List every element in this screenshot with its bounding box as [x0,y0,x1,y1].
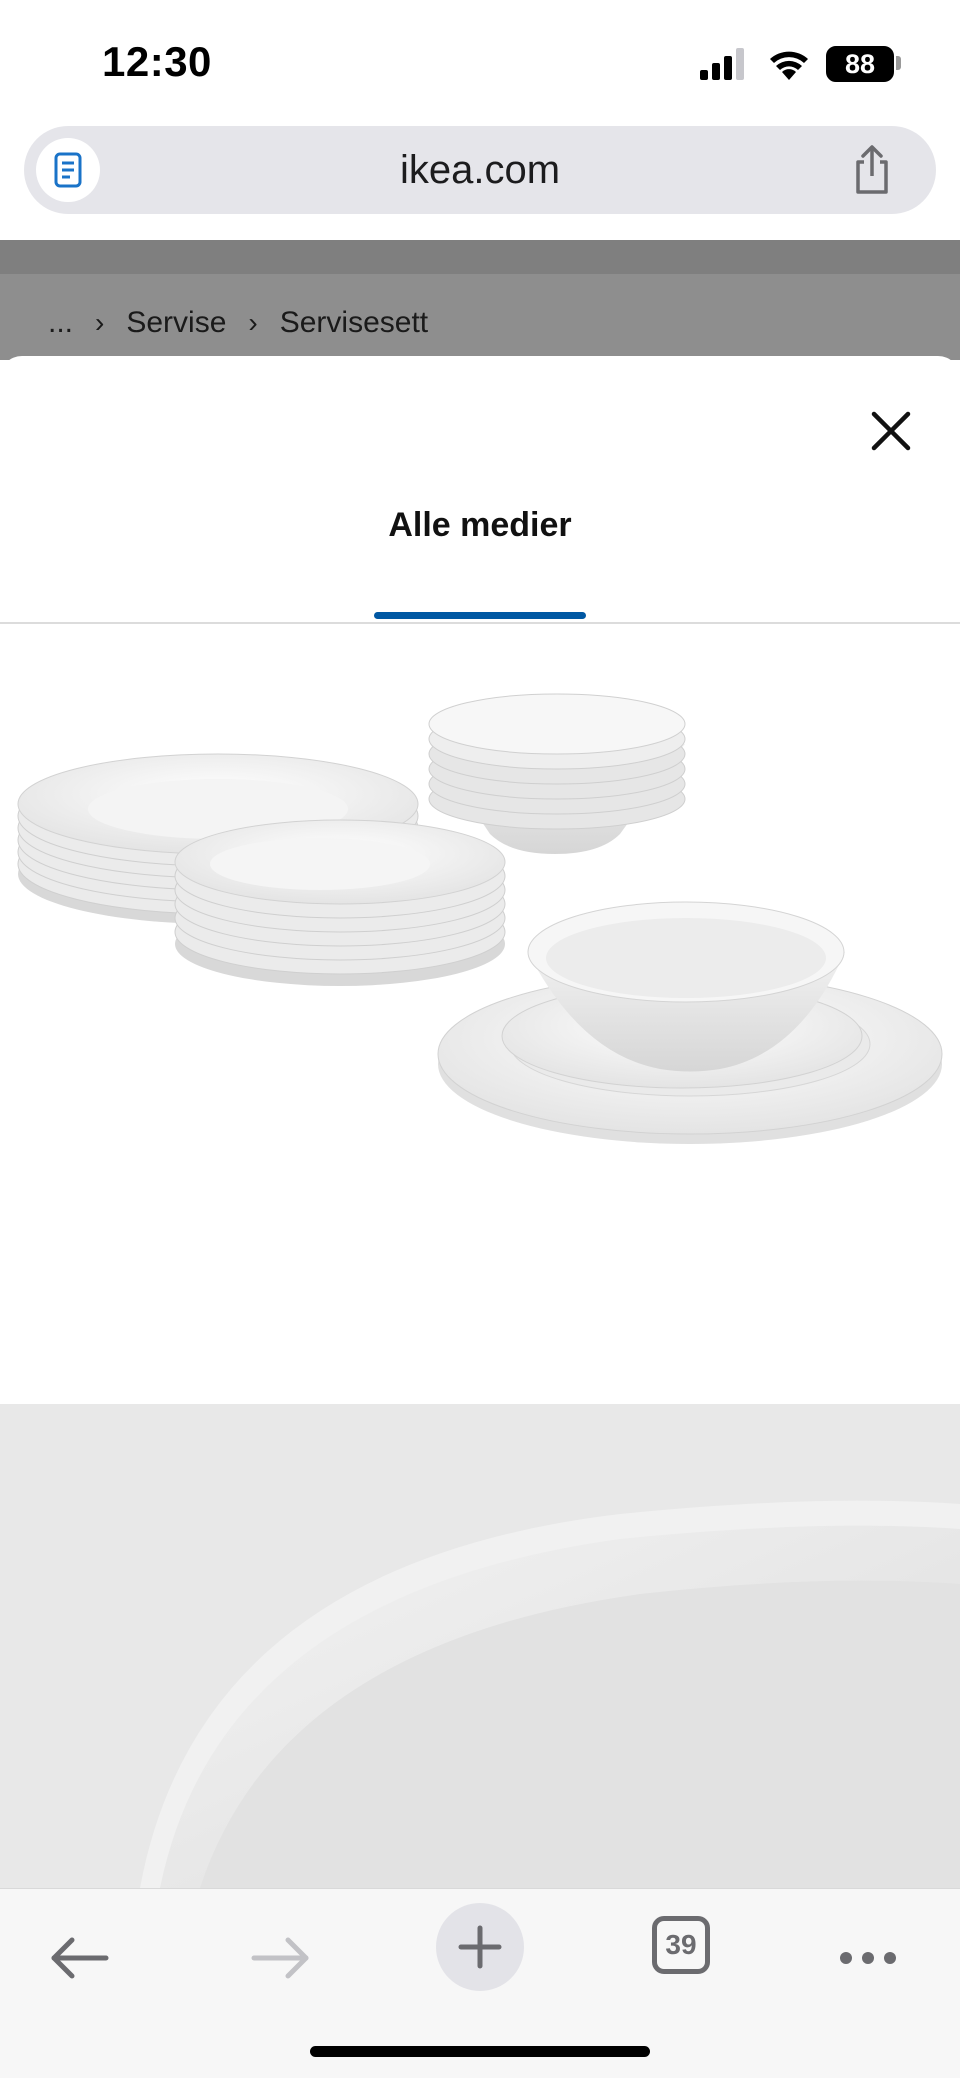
cellular-signal-icon [700,48,744,80]
status-time: 12:30 [102,38,212,85]
reader-mode-button[interactable] [36,138,100,202]
more-icon [840,1952,896,1964]
share-icon[interactable] [844,142,900,198]
home-indicator [310,2046,650,2057]
forward-button[interactable] [238,1903,322,2013]
more-button[interactable] [826,1903,910,2013]
new-tab-button[interactable] [436,1903,524,1991]
chevron-right-icon: › [95,307,105,338]
backdrop-header [0,240,960,274]
battery-icon: 88 [826,46,894,82]
arrow-left-icon [51,1937,109,1979]
page-backdrop: ... › Servise › Servisesett [0,240,960,360]
chevron-right-icon: › [248,307,258,338]
tab-indicator [374,612,586,619]
breadcrumb: ... › Servise › Servisesett [48,306,428,340]
plus-icon [458,1925,502,1969]
address-bar[interactable]: ikea.com [24,126,936,214]
breadcrumb-ellipsis[interactable]: ... [48,306,73,340]
media-modal: Alle medier [0,356,960,1888]
close-icon[interactable] [866,406,916,456]
battery-cap [896,56,901,70]
tabs-button[interactable]: 39 [652,1916,710,1974]
tab-all-media[interactable]: Alle medier [330,506,630,545]
bowl-closeup-photo[interactable] [0,1404,960,1888]
status-bar: 12:30 88 [0,0,960,120]
dinnerware-set-photo[interactable] [0,624,960,1404]
wifi-icon [770,51,808,80]
side-plate-stack [174,819,506,986]
reader-mode-icon [54,152,82,188]
breadcrumb-item-servise[interactable]: Servise [126,306,226,340]
place-setting [437,901,943,1144]
back-button[interactable] [38,1903,122,2013]
bowl-stack [428,693,686,854]
arrow-right-icon [251,1937,309,1979]
url-text[interactable]: ikea.com [24,126,936,214]
breadcrumb-item-servisesett[interactable]: Servisesett [280,306,428,340]
